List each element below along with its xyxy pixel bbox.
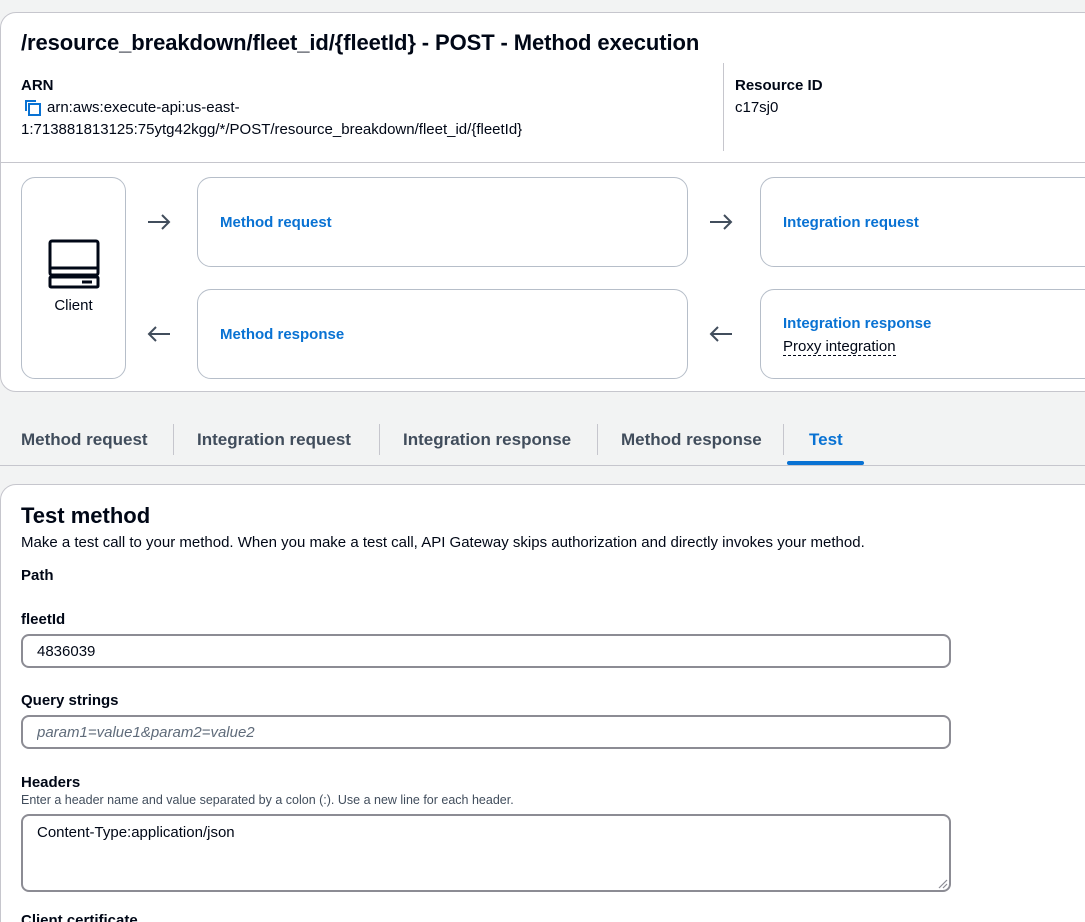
client-label: Client — [54, 297, 93, 314]
arrow-left-icon — [709, 326, 732, 342]
resource-id-value: c17sj0 — [735, 99, 779, 116]
integration-request-card[interactable]: Integration request — [760, 177, 1085, 267]
method-request-card[interactable]: Method request — [197, 177, 688, 267]
tab-separator — [379, 424, 380, 455]
resize-grip-icon[interactable] — [938, 879, 948, 889]
tab-separator — [173, 424, 174, 455]
copy-icon[interactable] — [24, 99, 42, 117]
tabs-divider — [0, 465, 1085, 466]
page-title: /resource_breakdown/fleet_id/{fleetId} -… — [21, 30, 700, 55]
section-divider — [0, 162, 1085, 163]
path-label: Path — [21, 567, 54, 584]
fleet-id-label: fleetId — [21, 611, 66, 628]
arrow-right-icon — [148, 214, 171, 230]
tab-test[interactable]: Test — [809, 421, 843, 465]
computer-icon — [48, 239, 100, 289]
proxy-integration-label[interactable]: Proxy integration — [783, 338, 896, 356]
arn-value-line1: arn:aws:execute-api:us-east- — [47, 99, 240, 116]
integration-request-link[interactable]: Integration request — [783, 214, 919, 231]
arrow-right-icon — [710, 214, 733, 230]
integration-response-card[interactable]: Integration response Proxy integration — [760, 289, 1085, 379]
headers-label: Headers — [21, 774, 81, 791]
headers-textarea[interactable]: Content-Type:application/json — [21, 814, 951, 892]
tab-separator — [597, 424, 598, 455]
active-tab-indicator — [787, 461, 864, 465]
method-tabs: Method request Integration request Integ… — [0, 421, 1085, 465]
headers-hint: Enter a header name and value separated … — [21, 793, 514, 807]
tab-method-request[interactable]: Method request — [21, 421, 148, 465]
method-response-link[interactable]: Method response — [220, 326, 344, 343]
client-certificate-label: Client certificate — [21, 912, 138, 922]
tab-integration-request[interactable]: Integration request — [197, 421, 351, 465]
method-request-link[interactable]: Method request — [220, 214, 332, 231]
resource-id-label: Resource ID — [735, 77, 823, 94]
arrow-left-icon — [147, 326, 170, 342]
query-strings-input[interactable] — [21, 715, 951, 749]
tab-method-response[interactable]: Method response — [621, 421, 762, 465]
tab-integration-response[interactable]: Integration response — [403, 421, 571, 465]
integration-response-link[interactable]: Integration response — [783, 315, 931, 332]
header-divider — [723, 63, 724, 151]
arn-label: ARN — [21, 77, 54, 94]
tab-separator — [783, 424, 784, 455]
client-card: Client — [21, 177, 126, 379]
method-response-card[interactable]: Method response — [197, 289, 688, 379]
test-method-title: Test method — [21, 503, 151, 528]
test-method-description: Make a test call to your method. When yo… — [21, 534, 865, 551]
query-strings-label: Query strings — [21, 692, 119, 709]
arn-value-line2: 1:713881813125:75ytg42kgg/*/POST/resourc… — [21, 121, 523, 138]
fleet-id-input[interactable] — [21, 634, 951, 668]
